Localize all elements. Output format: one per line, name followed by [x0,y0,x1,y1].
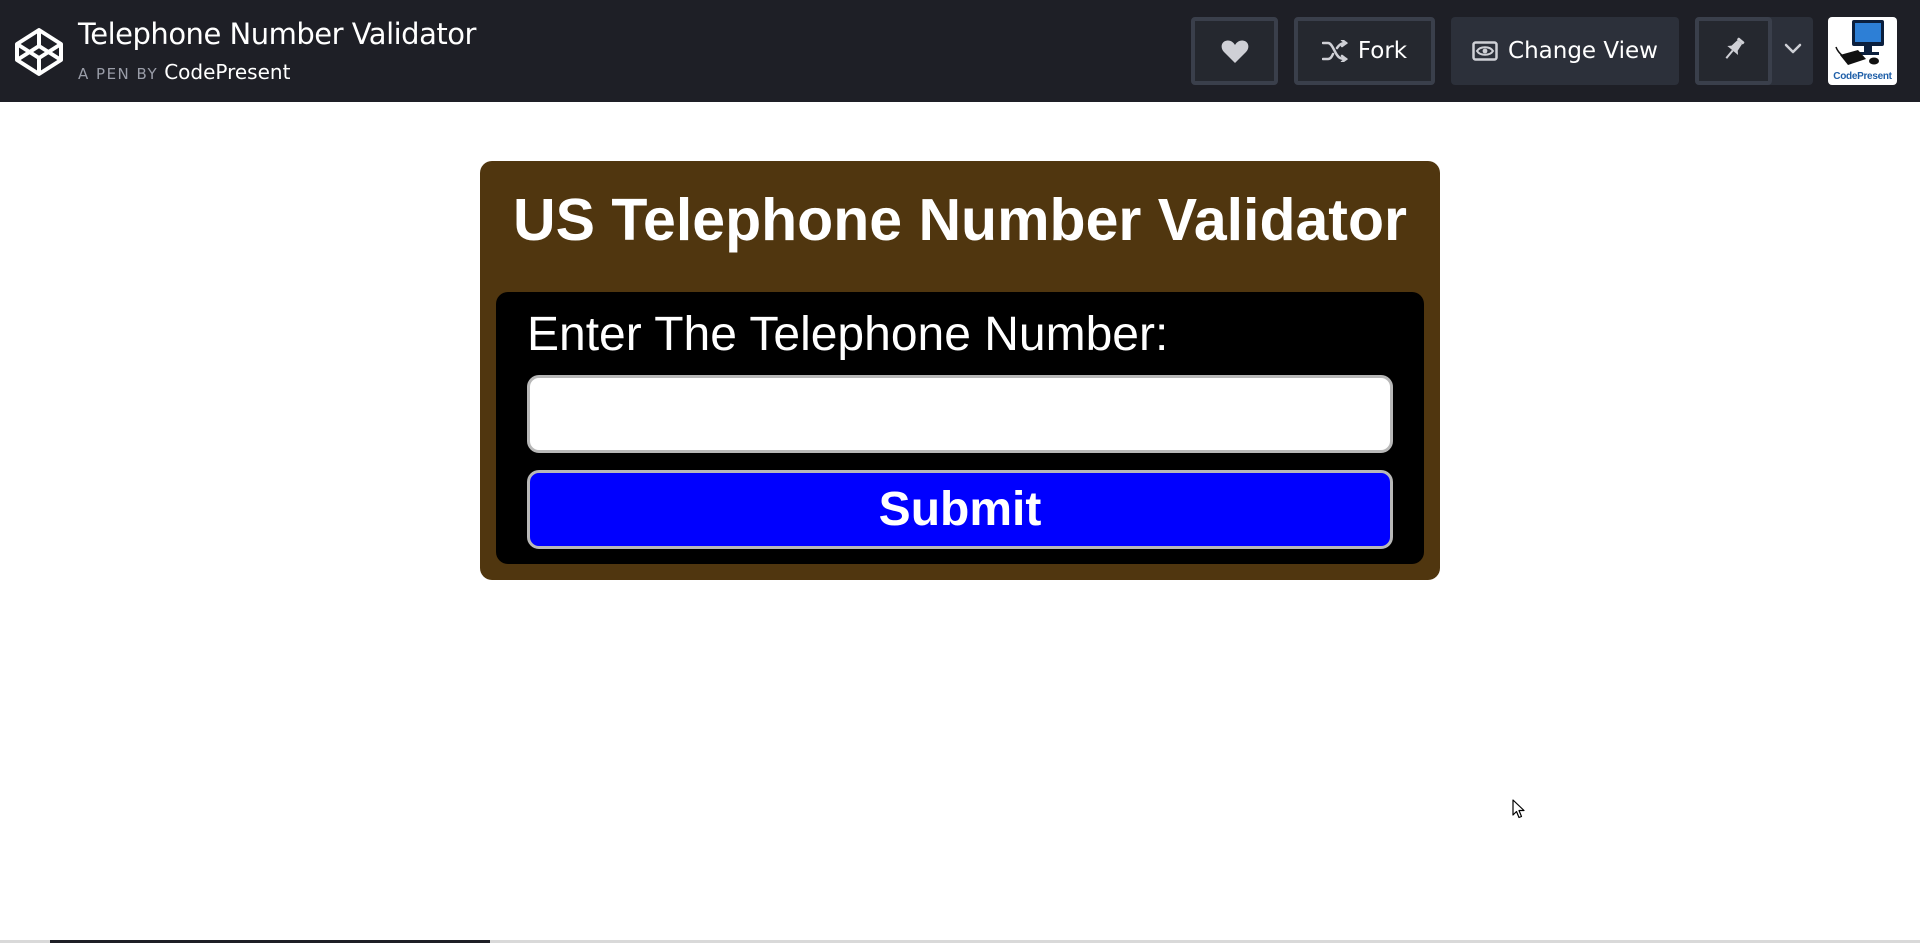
fork-label: Fork [1357,38,1408,64]
pin-button[interactable] [1695,17,1772,85]
pin-icon [1722,36,1746,67]
pen-title[interactable]: Telephone Number Validator [78,14,476,54]
app-heading: US Telephone Number Validator [513,187,1407,253]
author-link[interactable]: CodePresent [164,60,290,84]
submit-button[interactable]: Submit [527,470,1393,549]
fork-button[interactable]: Fork [1294,17,1435,85]
change-view-label: Change View [1508,38,1658,64]
validator-card: US Telephone Number Validator Enter The … [480,161,1440,580]
codepen-logo-icon[interactable] [14,27,64,77]
like-button[interactable] [1191,17,1278,85]
phone-number-input[interactable] [527,375,1393,453]
codepen-header: Telephone Number Validator A PEN BY CodeP… [0,0,1920,102]
input-panel: Enter The Telephone Number: Submit [496,292,1424,564]
mouse-cursor-icon [1512,799,1526,824]
pin-button-group [1695,17,1813,85]
byline-prefix: A PEN BY [78,65,159,83]
heart-icon [1221,39,1249,64]
avatar-caption: CodePresent [1833,71,1892,82]
computer-icon [1835,20,1884,65]
change-view-button[interactable]: Change View [1451,17,1679,85]
eye-icon [1472,41,1498,61]
pin-menu-button[interactable] [1772,17,1813,85]
user-avatar[interactable]: CodePresent [1828,17,1897,85]
fork-icon [1321,40,1348,62]
chevron-down-icon [1784,42,1802,60]
pen-byline: A PEN BY CodePresent [78,58,290,88]
phone-input-label: Enter The Telephone Number: [527,308,1169,361]
